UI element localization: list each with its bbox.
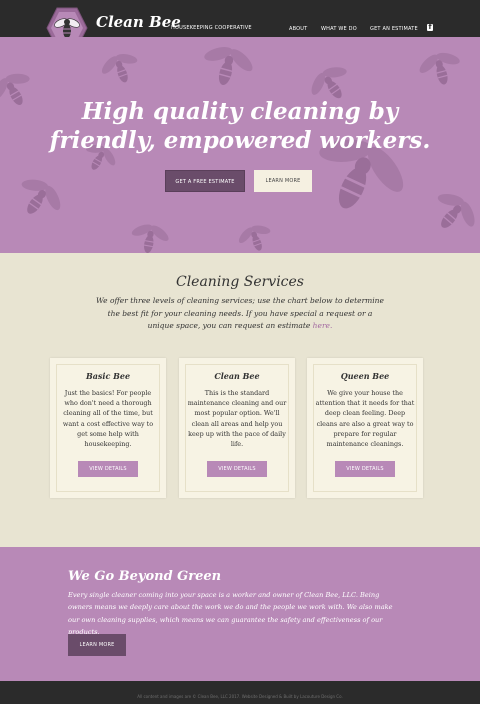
card-text: We give your house the attention that it…	[315, 389, 415, 449]
hero-title-line-1: High quality cleaning by	[81, 98, 399, 125]
learn-more-button[interactable]: LEARN MORE	[254, 170, 312, 192]
beyond-green-section: We Go Beyond Green Every single cleaner …	[0, 547, 480, 681]
footer: All content and images are © Clean Bee, …	[0, 681, 480, 704]
services-description-text: We offer three levels of cleaning servic…	[96, 296, 384, 330]
view-details-button[interactable]: VIEW DETAILS	[335, 461, 395, 477]
service-card-queen-bee: Queen Bee We give your house the attenti…	[307, 358, 423, 498]
facebook-icon[interactable]	[427, 23, 433, 31]
card-text: Just the basics! For people who don't ne…	[62, 389, 154, 449]
get-free-estimate-button[interactable]: GET A FREE ESTIMATE	[165, 170, 245, 192]
view-details-button[interactable]: VIEW DETAILS	[78, 461, 138, 477]
services-section: Cleaning Services We offer three levels …	[0, 253, 480, 547]
card-title: Queen Bee	[340, 371, 390, 381]
learn-more-button[interactable]: LEARN MORE	[68, 634, 126, 656]
estimate-link[interactable]: here.	[313, 321, 333, 330]
hero-section: High quality cleaning by friendly, empow…	[0, 37, 480, 253]
nav-get-estimate[interactable]: GET AN ESTIMATE	[370, 26, 418, 32]
hero-title: High quality cleaning by friendly, empow…	[0, 97, 480, 155]
brand-name[interactable]: Clean Bee	[96, 13, 181, 31]
service-card-basic-bee: Basic Bee Just the basics! For people wh…	[50, 358, 166, 498]
hero-title-line-2: friendly, empowered workers.	[49, 127, 431, 154]
services-description: We offer three levels of cleaning servic…	[95, 295, 385, 333]
brand-tagline: HOUSEKEEPING COOPERATIVE	[171, 25, 252, 31]
service-card-clean-bee: Clean Bee This is the standard maintenan…	[179, 358, 295, 498]
card-title: Clean Bee	[214, 371, 260, 381]
footer-copyright: All content and images are © Clean Bee, …	[137, 694, 343, 699]
services-title: Cleaning Services	[175, 274, 304, 290]
card-title: Basic Bee	[85, 371, 131, 381]
beyond-green-title: We Go Beyond Green	[68, 569, 222, 584]
card-text: This is the standard maintenance cleanin…	[187, 389, 287, 449]
view-details-button[interactable]: VIEW DETAILS	[207, 461, 267, 477]
nav-what-we-do[interactable]: WHAT WE DO	[321, 26, 357, 32]
beyond-green-text: Every single cleaner coming into your sp…	[68, 591, 393, 636]
nav-about[interactable]: ABOUT	[289, 26, 307, 32]
